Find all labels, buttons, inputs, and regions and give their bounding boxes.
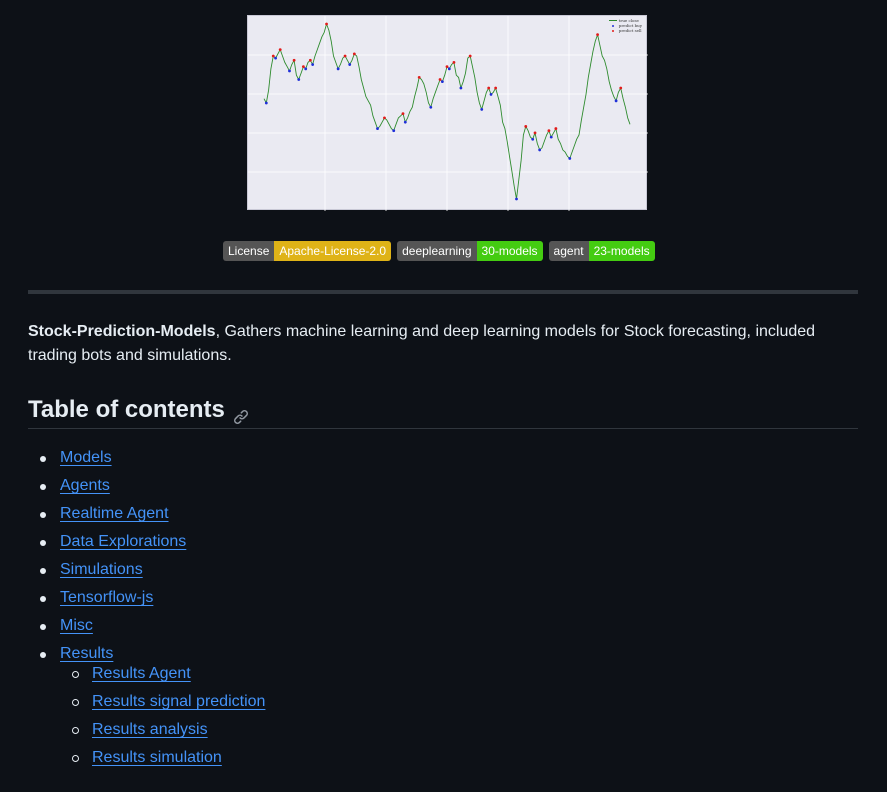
buy-marker xyxy=(447,67,451,71)
sell-marker xyxy=(292,58,296,62)
legend-predict-sell: predict sell xyxy=(609,28,642,33)
buy-marker xyxy=(311,63,315,66)
sell-marker xyxy=(271,54,275,58)
toc-link-misc[interactable]: Misc xyxy=(60,617,93,634)
sell-marker xyxy=(619,86,623,90)
deeplearning-badge[interactable]: deeplearning 30-models xyxy=(397,241,543,261)
sell-marker xyxy=(468,54,472,58)
buy-marker xyxy=(288,69,291,73)
toc-item: Models xyxy=(28,446,858,474)
sell-marker xyxy=(494,86,498,90)
toc-subitem: Results signal prediction xyxy=(60,690,858,718)
toc-subitem: Results simulation xyxy=(60,746,858,774)
toc-item: Realtime Agent xyxy=(28,502,858,530)
sell-marker xyxy=(383,116,386,120)
toc-item: Misc xyxy=(28,614,858,642)
toc-link-results-simulation[interactable]: Results simulation xyxy=(92,749,222,766)
toc-link-results[interactable]: Results xyxy=(60,645,113,662)
buy-marker xyxy=(614,99,618,103)
badge-row: License Apache-License-2.0 deeplearning … xyxy=(223,241,655,261)
agent-badge[interactable]: agent 23-models xyxy=(548,241,655,261)
toc-link-data-explorations[interactable]: Data Explorations xyxy=(60,533,186,550)
badge-label: License xyxy=(223,241,275,261)
buy-marker xyxy=(531,137,535,141)
sell-marker xyxy=(278,48,282,52)
buy-marker xyxy=(297,78,301,81)
toc-link-results-signal-prediction[interactable]: Results signal prediction xyxy=(92,693,265,710)
sell-marker xyxy=(445,65,449,69)
buy-marker xyxy=(429,105,433,109)
buy-marker xyxy=(264,101,268,105)
badge-value: 23-models xyxy=(588,241,655,261)
toc-link-models[interactable]: Models xyxy=(60,449,112,466)
sell-marker xyxy=(301,65,305,69)
sell-marker xyxy=(438,78,442,81)
sell-marker xyxy=(554,127,558,130)
toc-link-results-analysis[interactable]: Results analysis xyxy=(92,721,208,738)
buy-marker xyxy=(376,127,379,130)
toc-link-results-agent[interactable]: Results Agent xyxy=(92,665,191,682)
buy-marker xyxy=(274,56,277,60)
badge-value: Apache-License-2.0 xyxy=(274,241,392,261)
sell-marker xyxy=(325,22,328,26)
toc-item: Results Results Agent Results signal pre… xyxy=(28,642,858,774)
sell-marker xyxy=(417,75,421,79)
buy-marker xyxy=(538,148,542,152)
toc-link-agents[interactable]: Agents xyxy=(60,477,110,494)
buy-marker xyxy=(304,67,308,71)
toc-heading-text: Table of contents xyxy=(28,396,225,423)
sell-marker xyxy=(352,52,356,56)
sell-marker xyxy=(533,131,537,135)
toc-link-simulations[interactable]: Simulations xyxy=(60,561,143,578)
buy-marker xyxy=(480,107,484,111)
buy-marker xyxy=(348,63,352,66)
buy-marker xyxy=(392,129,396,133)
sell-marker xyxy=(401,112,405,116)
buy-marker xyxy=(459,86,463,90)
sell-marker xyxy=(547,129,551,133)
buy-marker xyxy=(549,135,553,139)
badge-value: 30-models xyxy=(476,241,543,261)
toc-item: Agents xyxy=(28,474,858,502)
badge-label: deeplearning xyxy=(397,241,477,261)
sell-marker xyxy=(487,86,491,90)
sell-marker xyxy=(308,58,312,62)
buy-marker xyxy=(568,157,572,160)
buy-marker xyxy=(336,67,340,71)
toc-item: Simulations xyxy=(28,558,858,586)
toc-subitem: Results analysis xyxy=(60,718,858,746)
stock-chart-image: true close predict buy predict sell xyxy=(247,15,648,211)
toc-link-tensorflow-js[interactable]: Tensorflow-js xyxy=(60,589,153,606)
sell-marker xyxy=(596,33,599,37)
badge-label: agent xyxy=(548,241,589,261)
sell-marker xyxy=(524,125,528,128)
anchor-link-icon[interactable] xyxy=(233,404,249,424)
buy-marker xyxy=(489,93,493,96)
toc-item: Data Explorations xyxy=(28,530,858,558)
toc-item: Tensorflow-js xyxy=(28,586,858,614)
sell-marker xyxy=(343,54,347,58)
stock-chart-svg xyxy=(248,16,648,211)
intro-paragraph: Stock-Prediction-Models, Gathers machine… xyxy=(28,320,868,368)
sell-marker xyxy=(452,61,456,64)
buy-marker xyxy=(515,197,518,201)
license-badge[interactable]: License Apache-License-2.0 xyxy=(223,241,392,261)
buy-marker xyxy=(440,80,444,84)
toc-subitem: Results Agent xyxy=(60,662,858,690)
toc-link-realtime-agent[interactable]: Realtime Agent xyxy=(60,505,169,522)
buy-marker xyxy=(403,120,407,124)
section-divider xyxy=(28,290,858,294)
toc-list: Models Agents Realtime Agent Data Explor… xyxy=(28,446,858,774)
project-name: Stock-Prediction-Models xyxy=(28,323,216,340)
toc-heading: Table of contents xyxy=(28,392,858,429)
chart-legend: true close predict buy predict sell xyxy=(608,18,642,33)
toc-sublist: Results Agent Results signal prediction … xyxy=(60,662,858,774)
